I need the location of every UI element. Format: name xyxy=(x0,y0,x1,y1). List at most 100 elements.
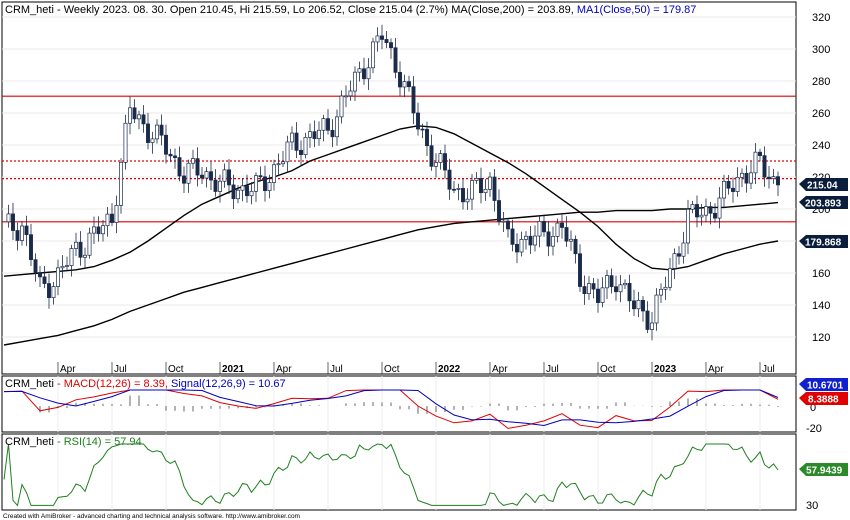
ma200-legend: MA(Close,200) = 203.89, xyxy=(451,4,574,16)
candle-body xyxy=(551,236,555,247)
candle-body xyxy=(371,41,375,69)
candle-body xyxy=(758,151,762,156)
candle-body xyxy=(303,136,308,155)
price-tick-300: 300 xyxy=(812,44,830,56)
candle-body xyxy=(87,232,92,256)
candle-body xyxy=(537,221,542,237)
candle-body xyxy=(398,71,402,88)
candle-body xyxy=(443,153,447,171)
x-label-10: Oct xyxy=(600,364,616,375)
candle-body xyxy=(276,163,281,166)
candle-body xyxy=(767,176,771,179)
candle-body xyxy=(105,213,110,227)
candle-body xyxy=(650,322,654,330)
candle-body xyxy=(429,145,434,167)
candle-body xyxy=(704,206,708,216)
candle-body xyxy=(614,286,618,293)
candle-body xyxy=(308,131,312,138)
candle-body xyxy=(461,188,465,203)
rsi-badge: 57.9439 xyxy=(799,463,848,477)
candle-body xyxy=(326,118,330,131)
candle xyxy=(123,114,128,170)
candle-body xyxy=(218,180,222,192)
candle-body xyxy=(312,131,317,139)
x-label-5: Jul xyxy=(330,364,343,375)
candle-body xyxy=(740,172,744,178)
candle-body xyxy=(735,177,740,192)
candle-body xyxy=(344,95,348,98)
candle-body xyxy=(677,253,681,257)
candle-body xyxy=(618,284,623,293)
candle-body xyxy=(254,175,258,192)
candle-body xyxy=(267,182,272,192)
candle-body xyxy=(605,275,609,289)
candle-body xyxy=(281,161,285,165)
price-tick-260: 260 xyxy=(812,108,830,120)
candle-body xyxy=(231,184,236,200)
macd-legend: - MACD(12,26) = 8.39, xyxy=(57,378,168,390)
candle-body xyxy=(420,128,425,131)
candle-body xyxy=(240,185,245,191)
rsi-legend: - RSI(14) = 57.94 xyxy=(57,436,142,448)
price-ticker: CRM_heti xyxy=(5,4,54,16)
candle-body xyxy=(69,248,74,266)
candle-body xyxy=(56,267,60,287)
candle-body xyxy=(20,225,24,241)
candle-body xyxy=(24,225,29,236)
candle-body xyxy=(222,169,227,182)
candle-body xyxy=(717,197,722,219)
candle-body xyxy=(564,227,569,242)
x-label-3: 2021 xyxy=(222,364,245,375)
candle-body xyxy=(623,282,627,286)
candle-body xyxy=(771,176,776,179)
candle-body xyxy=(672,253,677,269)
candle-body xyxy=(110,213,114,223)
candle-body xyxy=(51,286,56,299)
macd-header: CRM_heti - MACD(12,26) = 8.39, Signal(12… xyxy=(5,378,286,390)
candle-body xyxy=(546,231,551,247)
candle-body xyxy=(641,300,645,312)
candle-body xyxy=(362,68,366,80)
candle-body xyxy=(470,180,474,200)
candle-body xyxy=(245,185,249,197)
candle-body xyxy=(47,283,51,299)
candle-body xyxy=(425,128,429,147)
candle-body xyxy=(690,204,695,210)
candle-body xyxy=(663,286,668,290)
credit-text: Created with AmiBroker - advanced charti… xyxy=(3,513,300,520)
candle-body xyxy=(465,198,470,203)
ma200-badge-value: 203.893 xyxy=(805,199,842,210)
candle-body xyxy=(353,71,357,92)
rsi-ticker: CRM_heti xyxy=(5,436,54,448)
candle-body xyxy=(632,300,636,310)
candle-body xyxy=(596,288,600,303)
candle-body xyxy=(708,206,713,214)
candle-body xyxy=(380,35,384,40)
candle-body xyxy=(411,86,416,114)
candle-body xyxy=(776,176,780,186)
price-tick-120: 120 xyxy=(812,332,830,344)
candle-body xyxy=(357,68,362,73)
candle-body xyxy=(524,235,528,240)
candle-body xyxy=(168,153,173,157)
candle-body xyxy=(164,134,168,155)
candle-body xyxy=(335,116,339,138)
candle-body xyxy=(587,283,591,294)
ma50-legend: MA1(Close,50) = 179.87 xyxy=(577,4,697,16)
candle-body xyxy=(6,213,11,223)
candle-body xyxy=(479,178,483,194)
candle-body xyxy=(123,122,128,163)
candle-body xyxy=(78,241,83,258)
candle-body xyxy=(438,153,443,163)
candle-body xyxy=(366,67,371,80)
ma50-badge-value: 179.868 xyxy=(805,238,842,249)
candle-body xyxy=(749,172,753,184)
ma50-badge: 179.868 xyxy=(799,235,848,249)
rsi-tick-30: 30 xyxy=(806,500,818,512)
candle-body xyxy=(555,222,560,237)
x-label-0: Apr xyxy=(60,364,76,375)
candle-body xyxy=(195,158,200,176)
candle-body xyxy=(186,162,191,184)
candle-body xyxy=(74,241,78,249)
candle-body xyxy=(699,214,704,218)
